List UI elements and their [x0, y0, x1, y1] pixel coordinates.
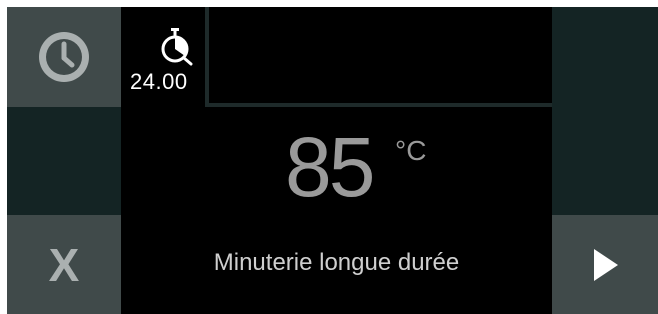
- right-mid-panel: [552, 107, 658, 215]
- top-divider-line: [205, 103, 552, 107]
- left-empty-panel: [7, 107, 121, 215]
- kitchen-timer-icon: [161, 28, 193, 66]
- play-arrow-icon: [593, 248, 618, 281]
- clock-button[interactable]: [7, 7, 121, 107]
- timer-value: 24.00: [130, 69, 188, 94]
- temperature-unit: °C: [395, 135, 427, 166]
- cancel-icon: X: [48, 238, 80, 291]
- temperature-display: 85 °C: [121, 117, 552, 217]
- right-top-panel: [552, 7, 658, 107]
- timer-tile[interactable]: 24.00: [121, 7, 205, 107]
- temperature-value: 85: [285, 120, 375, 214]
- clock-icon: [39, 32, 89, 82]
- timer-divider: [205, 7, 209, 107]
- mode-label: Minuterie longue durée: [213, 249, 460, 276]
- next-button[interactable]: [552, 215, 658, 314]
- appliance-screen: X 24.00 85 °C Minuterie longue durée: [7, 7, 658, 314]
- cancel-button[interactable]: X: [7, 215, 121, 314]
